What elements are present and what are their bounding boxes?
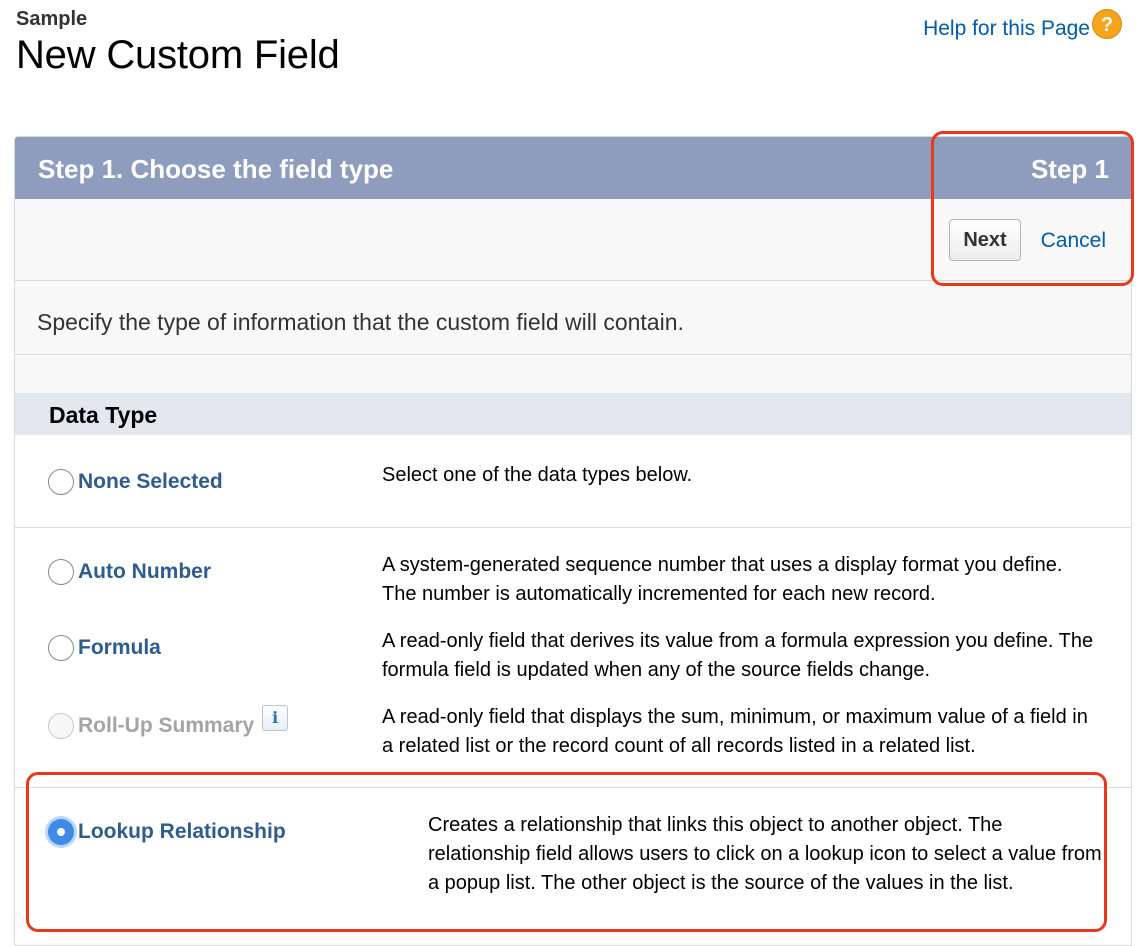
option-description: A read-only field that derives its value… [382, 630, 1094, 681]
option-label[interactable]: None Selected [78, 470, 223, 494]
wizard-panel: Step 1. Choose the field type Step 1 Nex… [14, 136, 1132, 946]
radio-none-selected[interactable] [48, 469, 74, 495]
page-header: Sample New Custom Field [16, 8, 340, 78]
help-icon[interactable]: ? [1092, 9, 1122, 39]
option-label[interactable]: Auto Number [78, 560, 211, 584]
next-button[interactable]: Next [949, 219, 1021, 261]
info-icon[interactable]: i [262, 705, 289, 731]
intro-text: Specify the type of information that the… [37, 309, 684, 335]
option-description: A system-generated sequence number that … [382, 554, 1063, 605]
option-formula[interactable]: Formula [48, 635, 161, 661]
step-title: Step 1. Choose the field type [38, 154, 394, 184]
option-description: A read-only field that displays the sum,… [382, 706, 1088, 757]
object-name: Sample [16, 8, 88, 30]
option-label[interactable]: Lookup Relationship [78, 820, 286, 844]
intro-row: Specify the type of information that the… [15, 281, 1131, 355]
option-none-selected[interactable]: None Selected [48, 469, 223, 495]
button-bar: Next Cancel [15, 199, 1131, 281]
page-title: New Custom Field [16, 33, 340, 77]
help-link[interactable]: Help for this Page [923, 17, 1090, 41]
step-indicator: Step 1 [1030, 154, 1109, 184]
radio-roll-up-summary [48, 713, 74, 739]
cancel-link[interactable]: Cancel [1041, 229, 1106, 253]
section-title: Data Type [49, 402, 158, 428]
radio-formula[interactable] [48, 635, 74, 661]
option-label[interactable]: Formula [78, 636, 161, 660]
radio-lookup-relationship[interactable] [48, 819, 74, 845]
option-auto-number[interactable]: Auto Number [48, 559, 211, 585]
step-header: Step 1. Choose the field type Step 1 [15, 137, 1131, 199]
data-type-list: None Selected Select one of the data typ… [15, 435, 1131, 945]
option-description: Select one of the data types below. [382, 464, 693, 486]
divider [15, 787, 1131, 788]
option-roll-up-summary: Roll-Up Summary i [48, 705, 289, 739]
data-type-section-header: Data Type [15, 393, 1131, 435]
radio-auto-number[interactable] [48, 559, 74, 585]
option-label: Roll-Up Summary [78, 714, 255, 737]
option-description: Creates a relationship that links this o… [428, 814, 1102, 894]
divider [15, 527, 1131, 528]
option-lookup-relationship[interactable]: Lookup Relationship [48, 819, 286, 845]
